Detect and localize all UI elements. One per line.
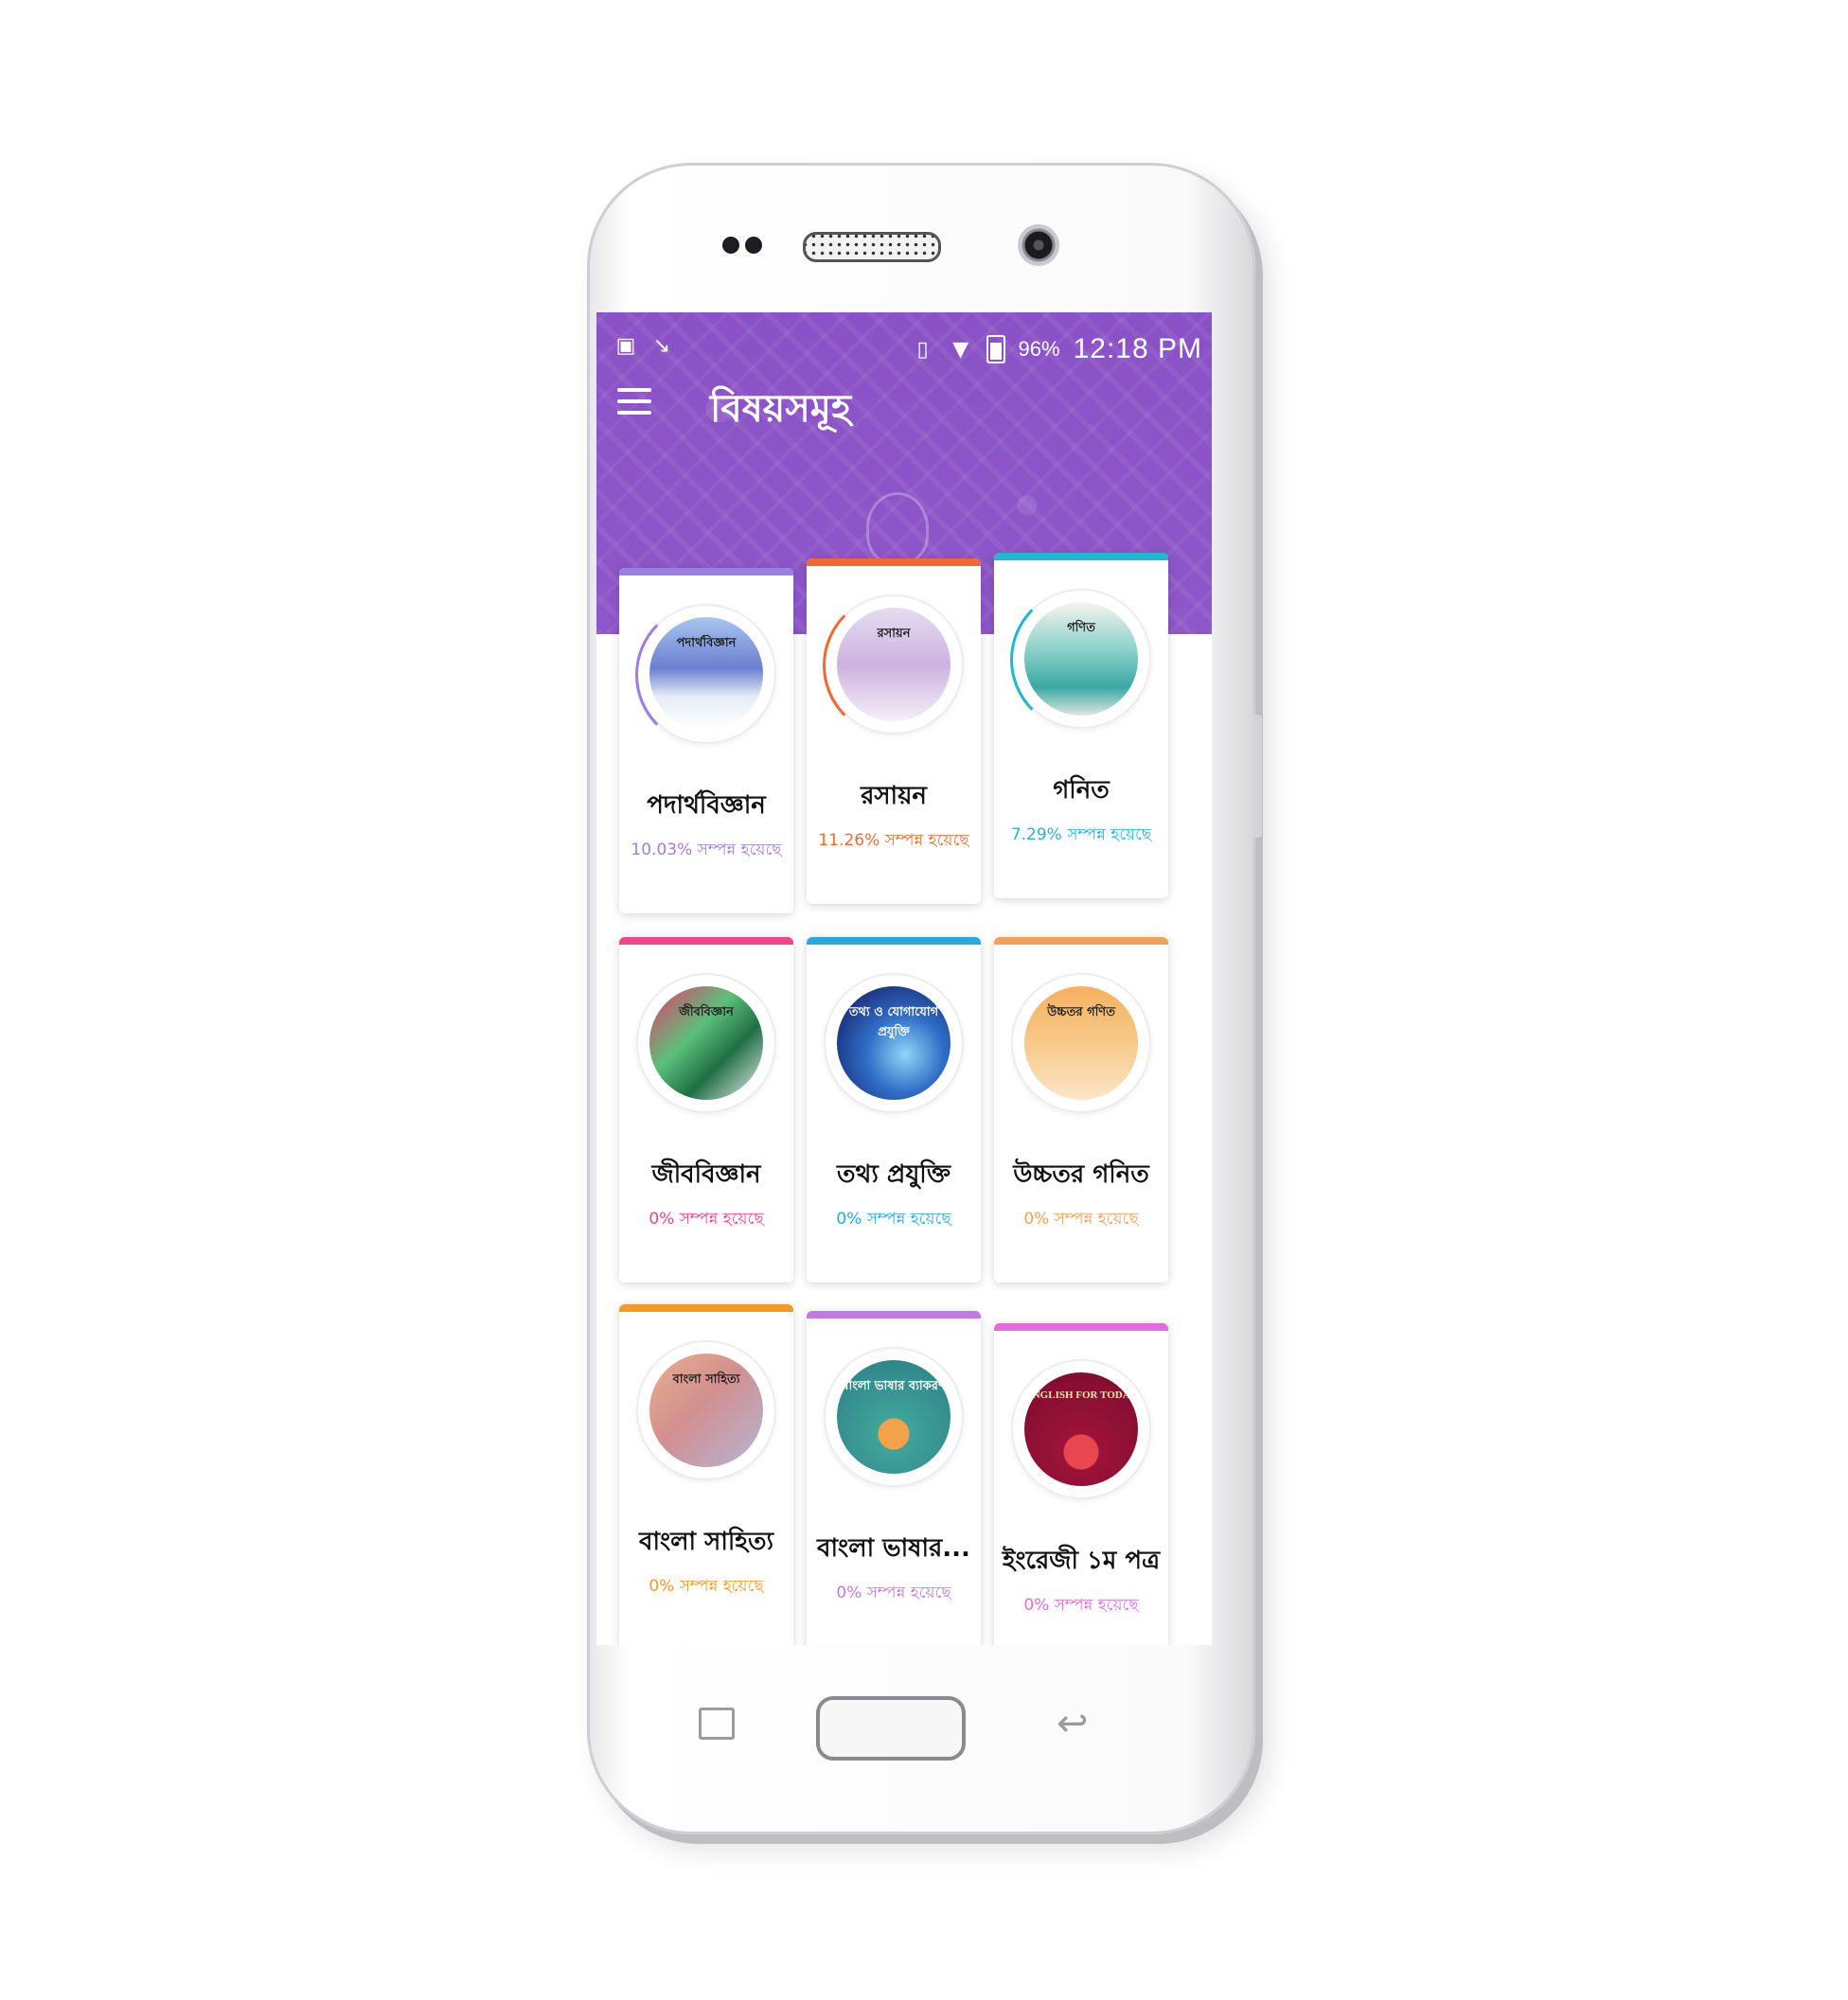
subject-progress: 0% সম্পন্ন হয়েছে <box>836 1210 951 1229</box>
book-cover-frame: উচ্চতর গণিত <box>1013 975 1149 1111</box>
cover-title: ENGLISH FOR TODAY <box>1025 1389 1137 1401</box>
card-accent <box>807 937 981 945</box>
phone-top-bezel <box>590 166 1253 317</box>
subject-name: রসায়ন <box>861 782 927 810</box>
book-cover-frame: রসায়ন <box>823 593 962 737</box>
status-bar: ▣ ↘ ▯ ▼ 96% 12:18 PM <box>596 329 1212 367</box>
book-cover-image: বাংলা সাহিত্য <box>649 1354 763 1467</box>
page-title: বিষয়সমূহ <box>710 387 851 431</box>
subject-card-physics[interactable]: পদার্থবিজ্ঞান পদার্থবিজ্ঞান 10.03% সম্পন… <box>619 568 793 913</box>
subject-name: জীববিজ্ঞান <box>651 1160 761 1189</box>
subject-card-higher-math[interactable]: উচ্চতর গণিত উচ্চতর গনিত 0% সম্পন্ন হয়েছ… <box>994 937 1168 1283</box>
subject-progress: 0% সম্পন্ন হয়েছে <box>1023 1210 1139 1229</box>
book-cover-frame: ENGLISH FOR TODAY <box>1013 1361 1149 1497</box>
subject-progress: 0% সম্পন্ন হয়েছে <box>836 1584 951 1602</box>
subject-name: ইংরেজী ১ম পত্র <box>1002 1547 1161 1575</box>
book-cover-image: রসায়ন <box>837 608 951 721</box>
cover-title: পদার্থবিজ্ঞান <box>676 636 737 650</box>
book-cover-image: উচ্চতর গণিত <box>1024 986 1138 1100</box>
power-button <box>1253 715 1262 838</box>
subject-name: বাংলা সাহিত্য <box>638 1528 774 1556</box>
back-icon[interactable]: ↩ <box>1057 1702 1089 1745</box>
cover-title: বাংলা ভাষার ব্যাকরণ <box>842 1379 946 1393</box>
subject-card-ict[interactable]: তথ্য ও যোগাযোগ প্রযুক্তি তথ্য প্রযুক্তি … <box>807 937 981 1283</box>
book-cover-image: গণিত <box>1024 602 1138 716</box>
subject-progress: 0% সম্পন্ন হয়েছে <box>649 1210 764 1229</box>
book-cover-frame: বাংলা ভাষার ব্যাকরণ <box>826 1349 962 1485</box>
hamburger-menu-icon[interactable] <box>617 388 651 416</box>
book-cover-image: পদার্থবিজ্ঞান <box>649 617 763 731</box>
book-cover-image: তথ্য ও যোগাযোগ প্রযুক্তি <box>837 986 951 1100</box>
card-accent <box>994 937 1168 945</box>
book-cover-frame: জীববিজ্ঞান <box>638 975 774 1111</box>
book-cover-frame: বাংলা সাহিত্য <box>638 1342 774 1478</box>
subject-progress: 11.26% সম্পন্ন হয়েছে <box>818 831 969 850</box>
light-sensor <box>745 237 762 254</box>
book-cover-frame: তথ্য ও যোগাযোগ প্রযুক্তি <box>826 975 962 1111</box>
lightbulb-decoration-icon <box>866 492 929 564</box>
book-cover-image: ENGLISH FOR TODAY <box>1024 1372 1138 1486</box>
missed-call-icon: ↘ <box>652 333 671 358</box>
subject-card-bangla-grammar[interactable]: বাংলা ভাষার ব্যাকরণ বাংলা ভাষার... 0% সম… <box>807 1311 981 1645</box>
book-cover-frame: গণিত <box>1010 588 1149 732</box>
subject-name: উচ্চতর গনিত <box>1013 1160 1149 1189</box>
subject-card-biology[interactable]: জীববিজ্ঞান জীববিজ্ঞান 0% সম্পন্ন হয়েছে <box>619 937 793 1283</box>
subject-card-chemistry[interactable]: রসায়ন রসায়ন 11.26% সম্পন্ন হয়েছে <box>807 558 981 904</box>
earpiece-speaker <box>803 232 941 262</box>
subject-name: বাংলা ভাষার... <box>817 1534 970 1563</box>
subject-card-english[interactable]: ENGLISH FOR TODAY ইংরেজী ১ম পত্র 0% সম্প… <box>994 1323 1168 1645</box>
subject-progress: 0% সম্পন্ন হয়েছে <box>649 1577 764 1596</box>
book-cover-image: জীববিজ্ঞান <box>649 986 763 1100</box>
subject-name: গনিত <box>1053 776 1110 805</box>
cover-title: জীববিজ্ঞান <box>679 1005 734 1019</box>
image-icon: ▣ <box>615 333 636 358</box>
subject-name: তথ্য প্রযুক্তি <box>836 1160 951 1189</box>
clock: 12:18 PM <box>1073 333 1202 364</box>
cover-title: উচ্চতর গণিত <box>1047 1005 1115 1019</box>
proximity-sensor <box>722 237 739 254</box>
card-accent <box>807 558 981 566</box>
subject-card-math[interactable]: গণিত গনিত 7.29% সম্পন্ন হয়েছে <box>994 553 1168 898</box>
book-cover-frame: পদার্থবিজ্ঞান <box>635 603 774 747</box>
cover-title: তথ্য ও যোগাযোগ প্রযুক্তি <box>848 1005 939 1039</box>
subject-progress: 7.29% সম্পন্ন হয়েছে <box>1010 825 1152 844</box>
battery-icon <box>986 335 1005 363</box>
subject-progress: 0% সম্পন্ন হয়েছে <box>1023 1596 1139 1615</box>
battery-percent: 96% <box>1018 337 1060 361</box>
card-accent <box>619 568 793 575</box>
subject-card-bangla-literature[interactable]: বাংলা সাহিত্য বাংলা সাহিত্য 0% সম্পন্ন হ… <box>619 1304 793 1645</box>
toolbar: বিষয়সমূহ <box>596 379 1212 435</box>
subject-progress: 10.03% সম্পন্ন হয়েছে <box>631 841 782 859</box>
cover-title: বাংলা সাহিত্য <box>672 1372 740 1387</box>
recent-apps-icon[interactable] <box>699 1708 735 1740</box>
vibrate-icon: ▯ <box>916 337 929 362</box>
navigation-bar: ↩ <box>587 1666 1250 1817</box>
card-accent <box>619 1304 793 1312</box>
front-camera <box>1018 224 1059 266</box>
cover-title: রসায়ন <box>877 627 911 641</box>
card-accent <box>807 1311 981 1319</box>
app-screen: ▣ ↘ ▯ ▼ 96% 12:18 PM বিষয়সমূহ পদার্থবিজ… <box>596 312 1212 1645</box>
cover-title: গণিত <box>1067 621 1095 635</box>
wifi-icon: ▼ <box>952 337 968 362</box>
home-button[interactable] <box>816 1696 966 1761</box>
card-accent <box>619 937 793 945</box>
subject-name: পদার্থবিজ্ঞান <box>647 791 766 820</box>
book-cover-image: বাংলা ভাষার ব্যাকরণ <box>837 1360 951 1474</box>
card-accent <box>994 553 1168 560</box>
card-accent <box>994 1323 1168 1331</box>
